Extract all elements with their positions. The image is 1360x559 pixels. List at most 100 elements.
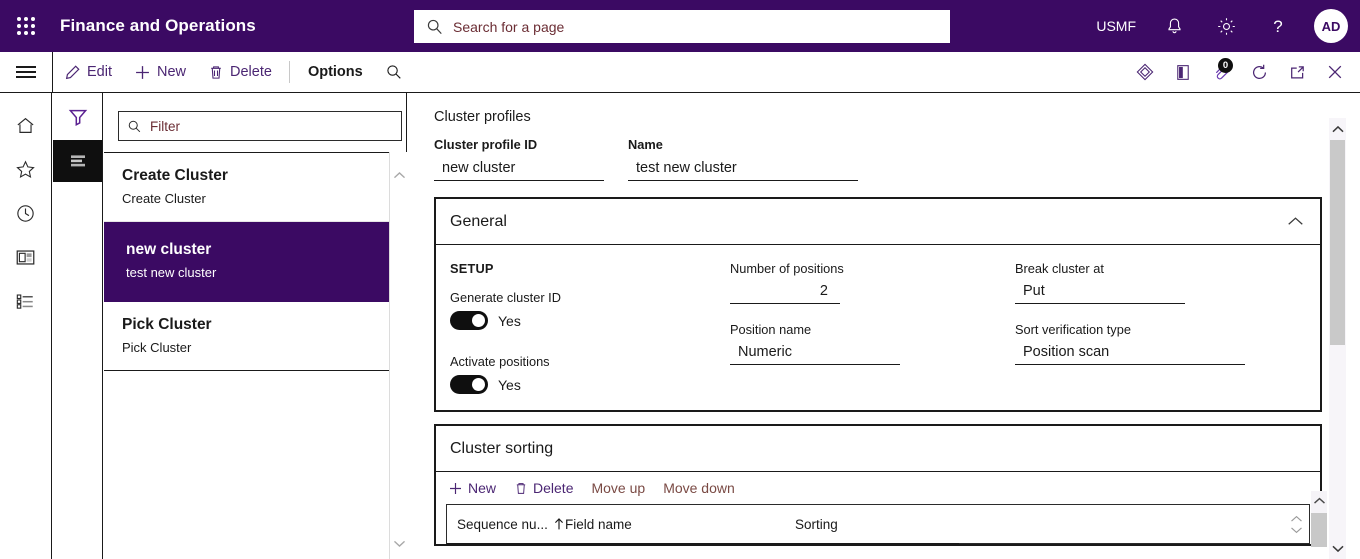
- break-cluster-at-input[interactable]: Put: [1015, 280, 1185, 304]
- list-item-subtitle: Create Cluster: [122, 191, 206, 206]
- rail-workspaces-button[interactable]: [6, 235, 46, 279]
- app-launcher-icon: [17, 17, 35, 35]
- cluster-sorting-grid: Sequence nu... Field name Sorting: [446, 491, 1327, 547]
- grid-new-button[interactable]: New: [448, 480, 496, 496]
- help-button[interactable]: ?: [1262, 10, 1294, 42]
- sort-ascending-arrow-icon: [554, 518, 563, 530]
- generate-cluster-id-group: Generate cluster ID Yes: [450, 290, 730, 330]
- sort-verification-type-input[interactable]: Position scan: [1015, 341, 1245, 365]
- rail-modules-button[interactable]: [6, 279, 46, 323]
- svg-text:?: ?: [1273, 17, 1282, 36]
- cluster-break-column: Break cluster at Put Sort verification t…: [1015, 261, 1305, 394]
- name-input[interactable]: test new cluster: [628, 158, 858, 181]
- grid-column-field-name[interactable]: Field name: [565, 517, 795, 532]
- chevron-up-icon: [1331, 125, 1344, 132]
- break-cluster-at-group: Break cluster at Put: [1015, 261, 1305, 304]
- list-scroll-up-button[interactable]: [390, 164, 408, 186]
- top-bar-right-group: USMF ? AD: [1096, 0, 1360, 52]
- filter-pane-button[interactable]: [53, 93, 102, 140]
- grid-scroll-up-button[interactable]: [1311, 491, 1327, 511]
- list-tools-rail: [53, 93, 103, 559]
- office-app-button[interactable]: [1164, 52, 1202, 93]
- pencil-icon: [65, 64, 80, 79]
- user-avatar[interactable]: AD: [1314, 9, 1348, 43]
- records-list: Create Cluster Create Cluster new cluste…: [104, 152, 389, 559]
- grid-scrollbar[interactable]: [1311, 491, 1327, 547]
- break-cluster-at-label: Break cluster at: [1015, 261, 1104, 276]
- list-item-title: Create Cluster: [122, 167, 228, 184]
- grid-row-stepper[interactable]: [1287, 509, 1305, 539]
- company-indicator[interactable]: USMF: [1096, 18, 1136, 34]
- list-item[interactable]: Pick Cluster Pick Cluster: [104, 302, 389, 371]
- grid-column-sorting[interactable]: Sorting: [795, 517, 955, 532]
- edit-button[interactable]: Edit: [53, 52, 123, 93]
- global-search-box[interactable]: Search for a page: [414, 10, 950, 43]
- modules-list-icon: [16, 293, 33, 309]
- list-view-button[interactable]: [53, 140, 102, 182]
- list-scroll-down-button[interactable]: [390, 532, 408, 554]
- list-item[interactable]: Create Cluster Create Cluster: [104, 153, 389, 222]
- help-question-icon: ?: [1273, 17, 1282, 36]
- activate-positions-group: Activate positions Yes: [450, 354, 730, 394]
- office-app-icon: [1177, 64, 1189, 80]
- cluster-sorting-fasttab: Cluster sorting New Delete Move up Move …: [434, 424, 1327, 547]
- generate-cluster-id-toggle[interactable]: Yes: [450, 311, 730, 330]
- close-button[interactable]: [1316, 52, 1354, 93]
- list-scrollbar[interactable]: [389, 152, 407, 559]
- filter-input[interactable]: Filter: [118, 111, 402, 141]
- favorites-star-icon: [16, 159, 35, 178]
- cluster-profile-id-input[interactable]: new cluster: [434, 158, 604, 181]
- refresh-button[interactable]: [1240, 52, 1278, 93]
- trash-icon: [516, 482, 526, 494]
- delete-button[interactable]: Delete: [197, 52, 283, 93]
- page-scroll-thumb[interactable]: [1330, 140, 1345, 345]
- activate-positions-toggle[interactable]: Yes: [450, 375, 730, 394]
- toggle-switch-on-icon: [450, 375, 488, 394]
- grid-move-down-label: Move down: [663, 480, 735, 496]
- navigation-menu-button[interactable]: [0, 52, 52, 93]
- activate-positions-state: Yes: [498, 376, 521, 393]
- page-scroll-down-button[interactable]: [1329, 537, 1346, 559]
- page-scroll-up-button[interactable]: [1329, 118, 1346, 140]
- general-fasttab-header[interactable]: General: [436, 199, 1320, 245]
- attachments-button[interactable]: 0: [1202, 52, 1240, 93]
- new-button[interactable]: New: [123, 52, 197, 93]
- notifications-button[interactable]: [1158, 10, 1190, 42]
- grid-column-sequence-number[interactable]: Sequence nu...: [457, 517, 565, 532]
- number-of-positions-group: Number of positions 2: [730, 261, 1015, 304]
- refresh-icon: [1252, 64, 1266, 79]
- settings-button[interactable]: [1210, 10, 1242, 42]
- options-button[interactable]: Options: [296, 64, 375, 80]
- grid-move-down-button[interactable]: Move down: [663, 480, 735, 496]
- open-in-new-window-button[interactable]: [1278, 52, 1316, 93]
- grid-move-up-button[interactable]: Move up: [591, 480, 645, 496]
- name-field-group: Name test new cluster: [628, 137, 858, 181]
- rail-recent-button[interactable]: [6, 191, 46, 235]
- grid-delete-button[interactable]: Delete: [514, 480, 573, 496]
- position-name-input[interactable]: Numeric: [730, 341, 900, 365]
- number-of-positions-label: Number of positions: [730, 261, 844, 276]
- edit-button-label: Edit: [87, 64, 112, 80]
- relationships-button[interactable]: [1126, 52, 1164, 93]
- rail-favorites-button[interactable]: [6, 147, 46, 191]
- attachments-count-badge: 0: [1218, 57, 1233, 73]
- activate-positions-label: Activate positions: [450, 354, 550, 369]
- grid-row-divider: [447, 543, 959, 544]
- app-launcher-button[interactable]: [0, 0, 52, 52]
- main-content-area: Cluster profiles Cluster profile ID new …: [408, 93, 1328, 559]
- open-in-new-window-icon: [1290, 65, 1304, 78]
- chevron-up-icon[interactable]: [1287, 216, 1304, 227]
- grid-scroll-thumb[interactable]: [1311, 513, 1327, 547]
- cluster-sorting-fasttab-header[interactable]: Cluster sorting: [436, 426, 1320, 472]
- page-title: Cluster profiles: [434, 109, 531, 125]
- number-of-positions-input[interactable]: 2: [730, 280, 840, 304]
- cluster-sorting-toolbar: New Delete Move up Move down: [436, 472, 1320, 500]
- command-bar-right-group: 0: [1126, 52, 1360, 93]
- generate-cluster-id-state: Yes: [498, 312, 521, 329]
- page-search-button[interactable]: [375, 63, 413, 81]
- list-item-selected[interactable]: new cluster test new cluster: [104, 222, 389, 302]
- top-navigation-bar: Finance and Operations Search for a page…: [0, 0, 1360, 52]
- page-scrollbar[interactable]: [1329, 118, 1346, 559]
- rail-home-button[interactable]: [6, 103, 46, 147]
- settings-gear-icon: [1217, 17, 1235, 35]
